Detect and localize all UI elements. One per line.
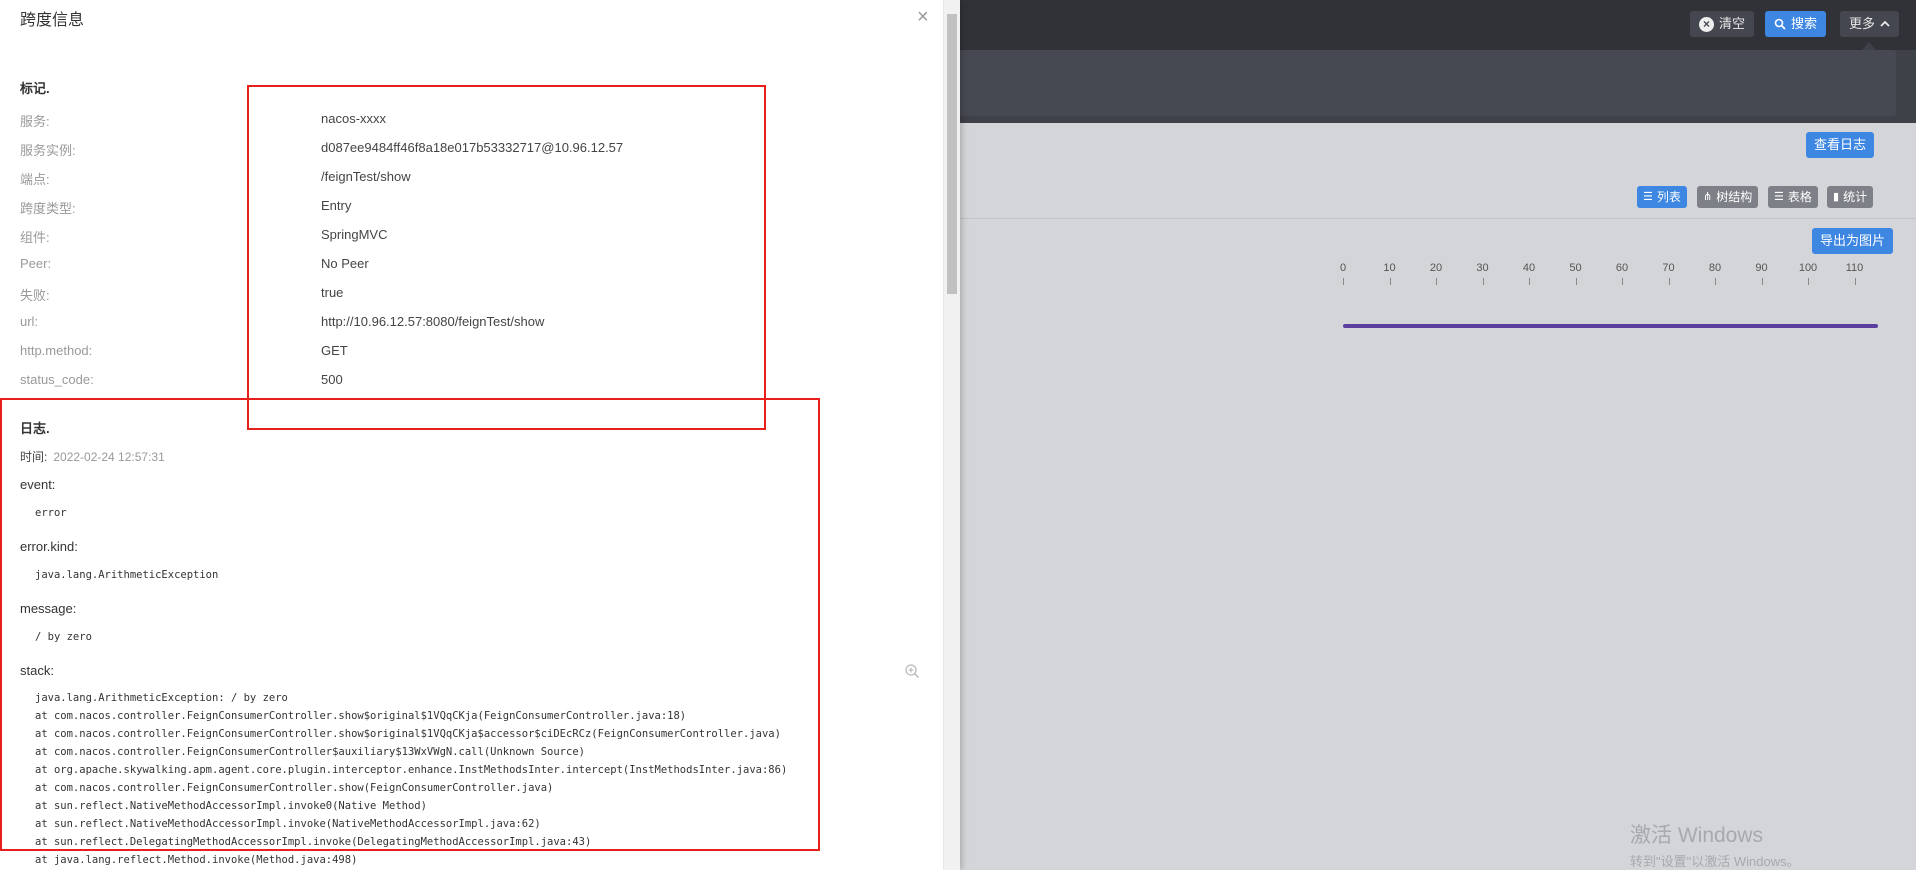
chevron-up-icon: [1880, 20, 1890, 27]
zoom-in-icon[interactable]: [904, 663, 920, 679]
view-table-button[interactable]: ☰ 表格: [1768, 186, 1818, 208]
list-icon: ☰: [1643, 191, 1653, 203]
timeline-tick-mark: [1389, 278, 1391, 285]
tag-key: 服务:: [20, 114, 50, 129]
timeline-tick-mark: [1854, 278, 1856, 285]
timeline-tick-label: 90: [1755, 262, 1768, 274]
tags-section-title: 标记.: [20, 81, 50, 96]
timeline-tick-label: 70: [1662, 262, 1675, 274]
watermark-title: 激活 Windows: [1630, 824, 1764, 847]
dropdown-caret: [1862, 42, 1876, 50]
table-icon: ☰: [1774, 191, 1784, 203]
timeline-tick-mark: [1761, 278, 1763, 285]
search-button[interactable]: 搜索: [1765, 11, 1827, 37]
clear-icon: ×: [1699, 16, 1714, 32]
export-image-button[interactable]: 导出为图片: [1812, 228, 1894, 254]
watermark-subtitle: 转到"设置"以激活 Windows。: [1630, 854, 1800, 869]
view-tree-button[interactable]: ⋔ 树结构: [1697, 186, 1759, 208]
scrollbar[interactable]: [943, 0, 960, 870]
filter-panel: [940, 50, 1896, 116]
stats-icon: ▮: [1833, 191, 1840, 203]
timeline-tick-mark: [1622, 278, 1623, 285]
timeline-tick-label: 30: [1476, 262, 1489, 274]
clear-button-label: 清空: [1719, 16, 1746, 31]
tag-key: 组件:: [20, 230, 50, 245]
timeline-tick-label: 100: [1798, 262, 1818, 274]
clear-button[interactable]: × 清空: [1690, 11, 1755, 37]
tag-key: 端点:: [20, 172, 50, 187]
timeline-tick-label: 0: [1339, 262, 1347, 274]
timeline-tick-label: 40: [1522, 262, 1536, 274]
timeline-tick-label: 50: [1569, 262, 1582, 274]
more-button-label: 更多: [1849, 16, 1876, 31]
tree-icon: ⋔: [1703, 191, 1713, 203]
view-stats-label: 统计: [1843, 190, 1868, 204]
timeline-tick-mark: [1343, 278, 1344, 285]
view-list-label: 列表: [1656, 190, 1681, 204]
timeline-tick-mark: [1529, 278, 1530, 285]
logs-highlight-annotation: [0, 398, 820, 851]
timeline-tick-mark: [1575, 278, 1577, 285]
tag-key: http.method:: [20, 343, 93, 358]
stack-line: at java.lang.reflect.Method.invoke(Metho…: [35, 854, 358, 866]
close-icon[interactable]: ×: [917, 6, 929, 29]
timeline-tick-label: 10: [1383, 262, 1396, 274]
timeline-tick-mark: [1482, 278, 1484, 285]
timeline-tick-mark: [1808, 278, 1809, 285]
view-table-label: 表格: [1787, 190, 1812, 204]
tag-key: 失败:: [20, 288, 50, 303]
search-icon: [1774, 18, 1786, 30]
divider: [960, 218, 1916, 219]
timeline-axis: 0 10 20 30 40 50 60 70 80 90 100 110: [1330, 262, 1890, 286]
search-button-label: 搜索: [1791, 16, 1818, 31]
span-bar[interactable]: [1343, 324, 1878, 328]
timeline-tick-label: 110: [1845, 262, 1864, 274]
view-list-button[interactable]: ☰ 列表: [1637, 186, 1687, 208]
tag-key: status_code:: [20, 372, 94, 387]
timeline-tick-label: 60: [1615, 262, 1629, 274]
scrollbar-thumb[interactable]: [947, 14, 957, 294]
timeline-tick-mark: [1668, 278, 1670, 285]
span-info-drawer: 跨度信息 × 标记. 服务: nacos-xxxx 服务实例: d087ee9484f…: [0, 0, 960, 870]
windows-activation-watermark: 激活 Windows 转到"设置"以激活 Windows。: [1630, 819, 1800, 870]
tag-key: url:: [20, 314, 39, 329]
timeline-tick-label: 20: [1429, 262, 1443, 274]
view-stats-button[interactable]: ▮ 统计: [1827, 186, 1874, 208]
timeline-tick-mark: [1715, 278, 1716, 285]
tags-highlight-annotation: [247, 85, 766, 430]
timeline-tick-mark: [1436, 278, 1437, 285]
view-log-button[interactable]: 查看日志: [1806, 132, 1875, 158]
more-button[interactable]: 更多: [1840, 11, 1900, 37]
timeline-tick-label: 80: [1708, 262, 1722, 274]
drawer-title: 跨度信息: [20, 12, 85, 29]
view-tree-label: 树结构: [1716, 190, 1753, 204]
tag-key: 服务实例:: [20, 143, 76, 158]
tag-key: Peer:: [20, 256, 52, 271]
tag-key: 跨度类型:: [20, 201, 76, 216]
